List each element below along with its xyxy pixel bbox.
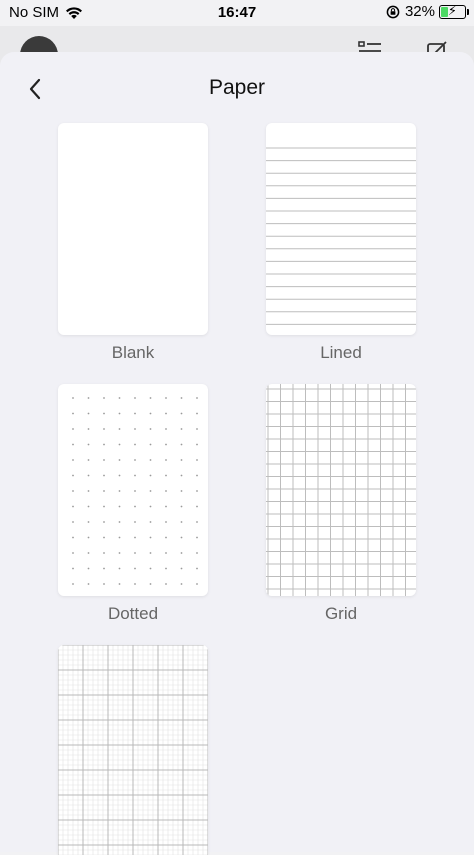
orientation-lock-icon [386,5,400,18]
charging-bolt-icon: ⚡ [447,2,458,18]
grid-pattern [266,384,416,596]
paper-label-lined: Lined [320,343,362,362]
paper-option-lined[interactable] [266,123,416,335]
page-title: Paper [208,76,266,99]
battery-percent: 32% [404,3,435,20]
paper-option-dotted[interactable] [58,384,208,596]
paper-option-grid[interactable] [266,384,416,596]
paper-option-graph[interactable] [58,645,208,855]
status-bar: No SIM 16:47 32% ⚡ [0,0,474,26]
status-right: 32% ⚡ [386,2,469,20]
dotted-pattern [72,397,198,585]
paper-sheet: Paper Blank Lined Dotted Grid [0,52,474,855]
battery-icon: ⚡ [439,2,469,19]
lined-pattern [266,147,416,325]
paper-label-grid: Grid [324,604,358,623]
paper-label-dotted: Dotted [107,604,159,623]
graph-pattern [58,645,208,855]
paper-label-blank: Blank [111,343,155,362]
paper-option-blank[interactable] [58,123,208,335]
